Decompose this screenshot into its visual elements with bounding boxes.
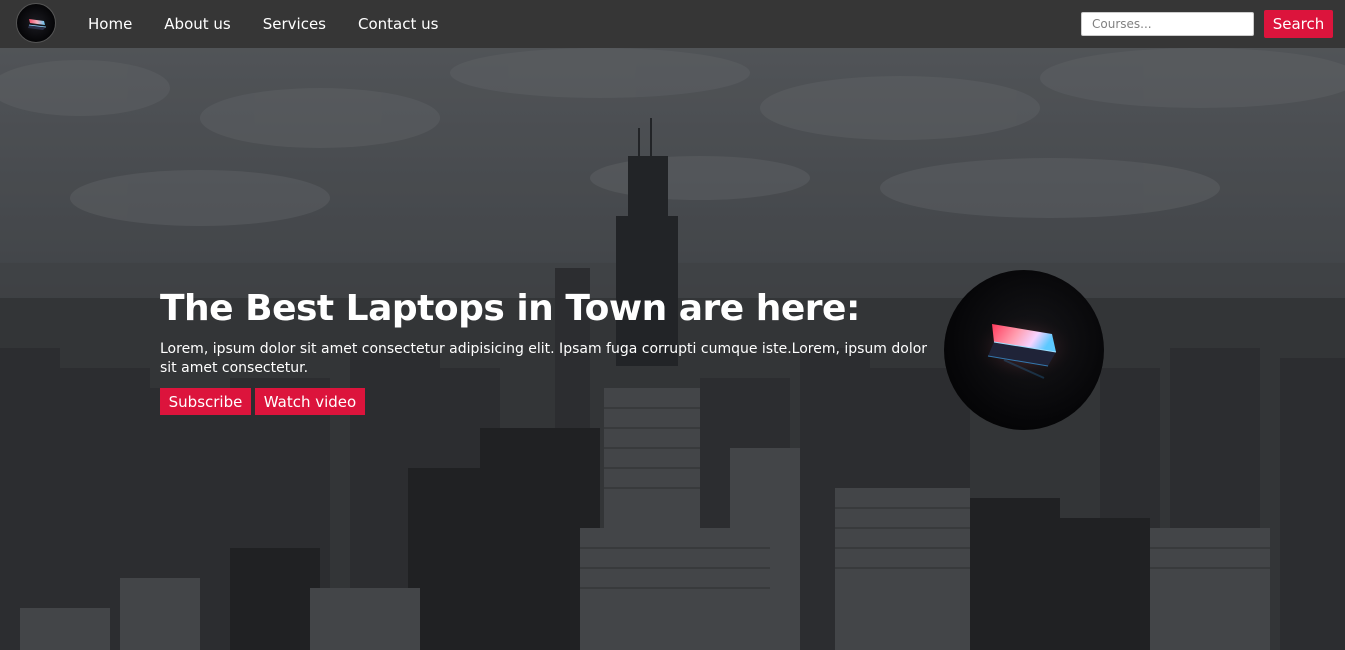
nav-link-contact-us[interactable]: Contact us bbox=[342, 15, 454, 33]
laptop-logo-icon[interactable] bbox=[16, 3, 56, 43]
navbar: Home About us Services Contact us Search bbox=[0, 0, 1345, 48]
nav-link-about-us[interactable]: About us bbox=[148, 15, 246, 33]
glowing-laptop-icon bbox=[944, 270, 1104, 430]
nav-links: Home About us Services Contact us bbox=[72, 0, 454, 48]
subscribe-button[interactable]: Subscribe bbox=[160, 388, 251, 415]
nav-link-home[interactable]: Home bbox=[72, 15, 148, 33]
search-button[interactable]: Search bbox=[1264, 10, 1333, 38]
watch-video-button[interactable]: Watch video bbox=[255, 388, 365, 415]
hero-title: The Best Laptops in Town are here: bbox=[160, 288, 860, 329]
nav-link-services[interactable]: Services bbox=[247, 15, 342, 33]
search-input[interactable] bbox=[1081, 12, 1254, 36]
hero-description: Lorem, ipsum dolor sit amet consectetur … bbox=[160, 341, 928, 376]
